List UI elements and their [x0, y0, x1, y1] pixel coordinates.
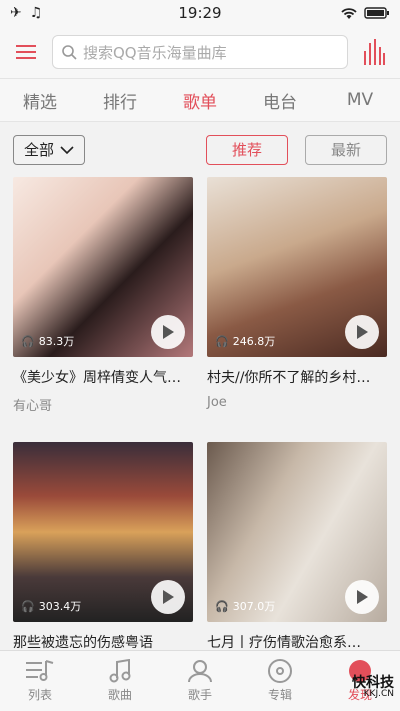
singer-icon	[188, 660, 212, 683]
equalizer-icon	[364, 39, 385, 65]
search-placeholder: 搜索QQ音乐海量曲库	[83, 43, 227, 62]
nav-label: 专辑	[267, 688, 292, 702]
equalizer-button[interactable]	[348, 26, 400, 78]
playlist-title[interactable]: 七月丨疗伤情歌治愈系…	[207, 632, 387, 650]
play-count: 🎧 307.0万	[215, 599, 276, 614]
play-count: 🎧 83.3万	[21, 334, 75, 349]
music-note-icon	[109, 659, 131, 683]
tab-featured[interactable]: 精选	[0, 79, 80, 121]
playlist-cover[interactable]: 🎧 303.4万	[13, 442, 193, 622]
playlist-author[interactable]: Joe	[207, 395, 387, 410]
play-button[interactable]	[151, 580, 185, 614]
nav-label: 列表	[27, 688, 52, 702]
playlist-cover[interactable]: 🎧 307.0万	[207, 442, 387, 622]
playlist-card[interactable]: 🎧 307.0万 七月丨疗伤情歌治愈系…	[207, 442, 387, 650]
menu-button[interactable]	[0, 26, 52, 78]
playlist-icon	[26, 660, 54, 681]
playlist-card[interactable]: 🎧 246.8万 村夫//你所不了解的乡村… Joe	[207, 177, 387, 410]
search-input[interactable]: 搜索QQ音乐海量曲库	[52, 35, 348, 69]
nav-item-albums[interactable]: 专辑	[240, 651, 320, 711]
album-disc-icon	[268, 659, 292, 683]
play-button[interactable]	[345, 580, 379, 614]
status-time: 19:29	[178, 4, 222, 22]
search-icon	[62, 45, 77, 60]
hamburger-menu-icon	[16, 45, 36, 59]
chevron-down-icon	[60, 145, 74, 154]
play-icon	[163, 590, 174, 604]
play-count: 🎧 303.4万	[21, 599, 82, 614]
nav-item-singers[interactable]: 歌手	[160, 651, 240, 711]
sort-recommend-button[interactable]: 推荐	[206, 134, 288, 165]
play-icon	[357, 325, 368, 339]
playlist-title[interactable]: 村夫//你所不了解的乡村…	[207, 367, 387, 387]
filter-row: 全部 推荐 最新	[0, 122, 400, 177]
play-icon	[163, 325, 174, 339]
playlist-title[interactable]: 那些被遗忘的伤感粤语	[13, 632, 193, 650]
category-dropdown[interactable]: 全部	[13, 134, 85, 165]
tab-charts[interactable]: 排行	[80, 79, 160, 121]
search-bar: 搜索QQ音乐海量曲库	[0, 26, 400, 78]
sort-latest-button[interactable]: 最新	[305, 134, 387, 165]
bottom-nav: 列表 歌曲 歌手 专辑 发现	[0, 650, 400, 711]
playlist-cover[interactable]: 🎧 246.8万	[207, 177, 387, 357]
play-button[interactable]	[345, 315, 379, 349]
playlist-cover[interactable]: 🎧 83.3万	[13, 177, 193, 357]
headphones-icon: 🎧	[215, 334, 229, 348]
tab-playlists[interactable]: 歌单	[160, 79, 240, 121]
watermark-text: 快科技	[352, 675, 394, 691]
play-icon	[357, 590, 368, 604]
nav-label: 歌手	[187, 688, 212, 702]
playlist-card[interactable]: 🎧 83.3万 《美少女》周梓倩变人气… 有心哥	[13, 177, 193, 414]
nav-item-songs[interactable]: 歌曲	[80, 651, 160, 711]
dropdown-value: 全部	[23, 141, 54, 159]
nav-item-list[interactable]: 列表	[0, 651, 80, 711]
watermark-subtext: KKJ.CN	[363, 689, 394, 699]
nav-label: 歌曲	[107, 688, 132, 702]
tab-mv[interactable]: MV	[320, 79, 400, 121]
category-tabs: 精选 排行 歌单 电台 MV	[0, 78, 400, 122]
playlist-author[interactable]: 有心哥	[13, 395, 193, 414]
status-bar: ✈ ♫ 19:29	[0, 0, 400, 26]
headphones-icon: 🎧	[21, 334, 35, 348]
headphones-icon: 🎧	[21, 599, 35, 613]
playlist-title[interactable]: 《美少女》周梓倩变人气…	[13, 367, 193, 387]
playlist-card[interactable]: 🎧 303.4万 那些被遗忘的伤感粤语	[13, 442, 193, 650]
headphones-icon: 🎧	[215, 599, 229, 613]
play-button[interactable]	[151, 315, 185, 349]
playlist-grid: 🎧 83.3万 《美少女》周梓倩变人气… 有心哥 🎧 246.8万 村夫//你所…	[13, 177, 387, 650]
site-watermark: 快科技 KKJ.CN	[352, 676, 394, 699]
tab-radio[interactable]: 电台	[240, 79, 320, 121]
play-count: 🎧 246.8万	[215, 334, 276, 349]
